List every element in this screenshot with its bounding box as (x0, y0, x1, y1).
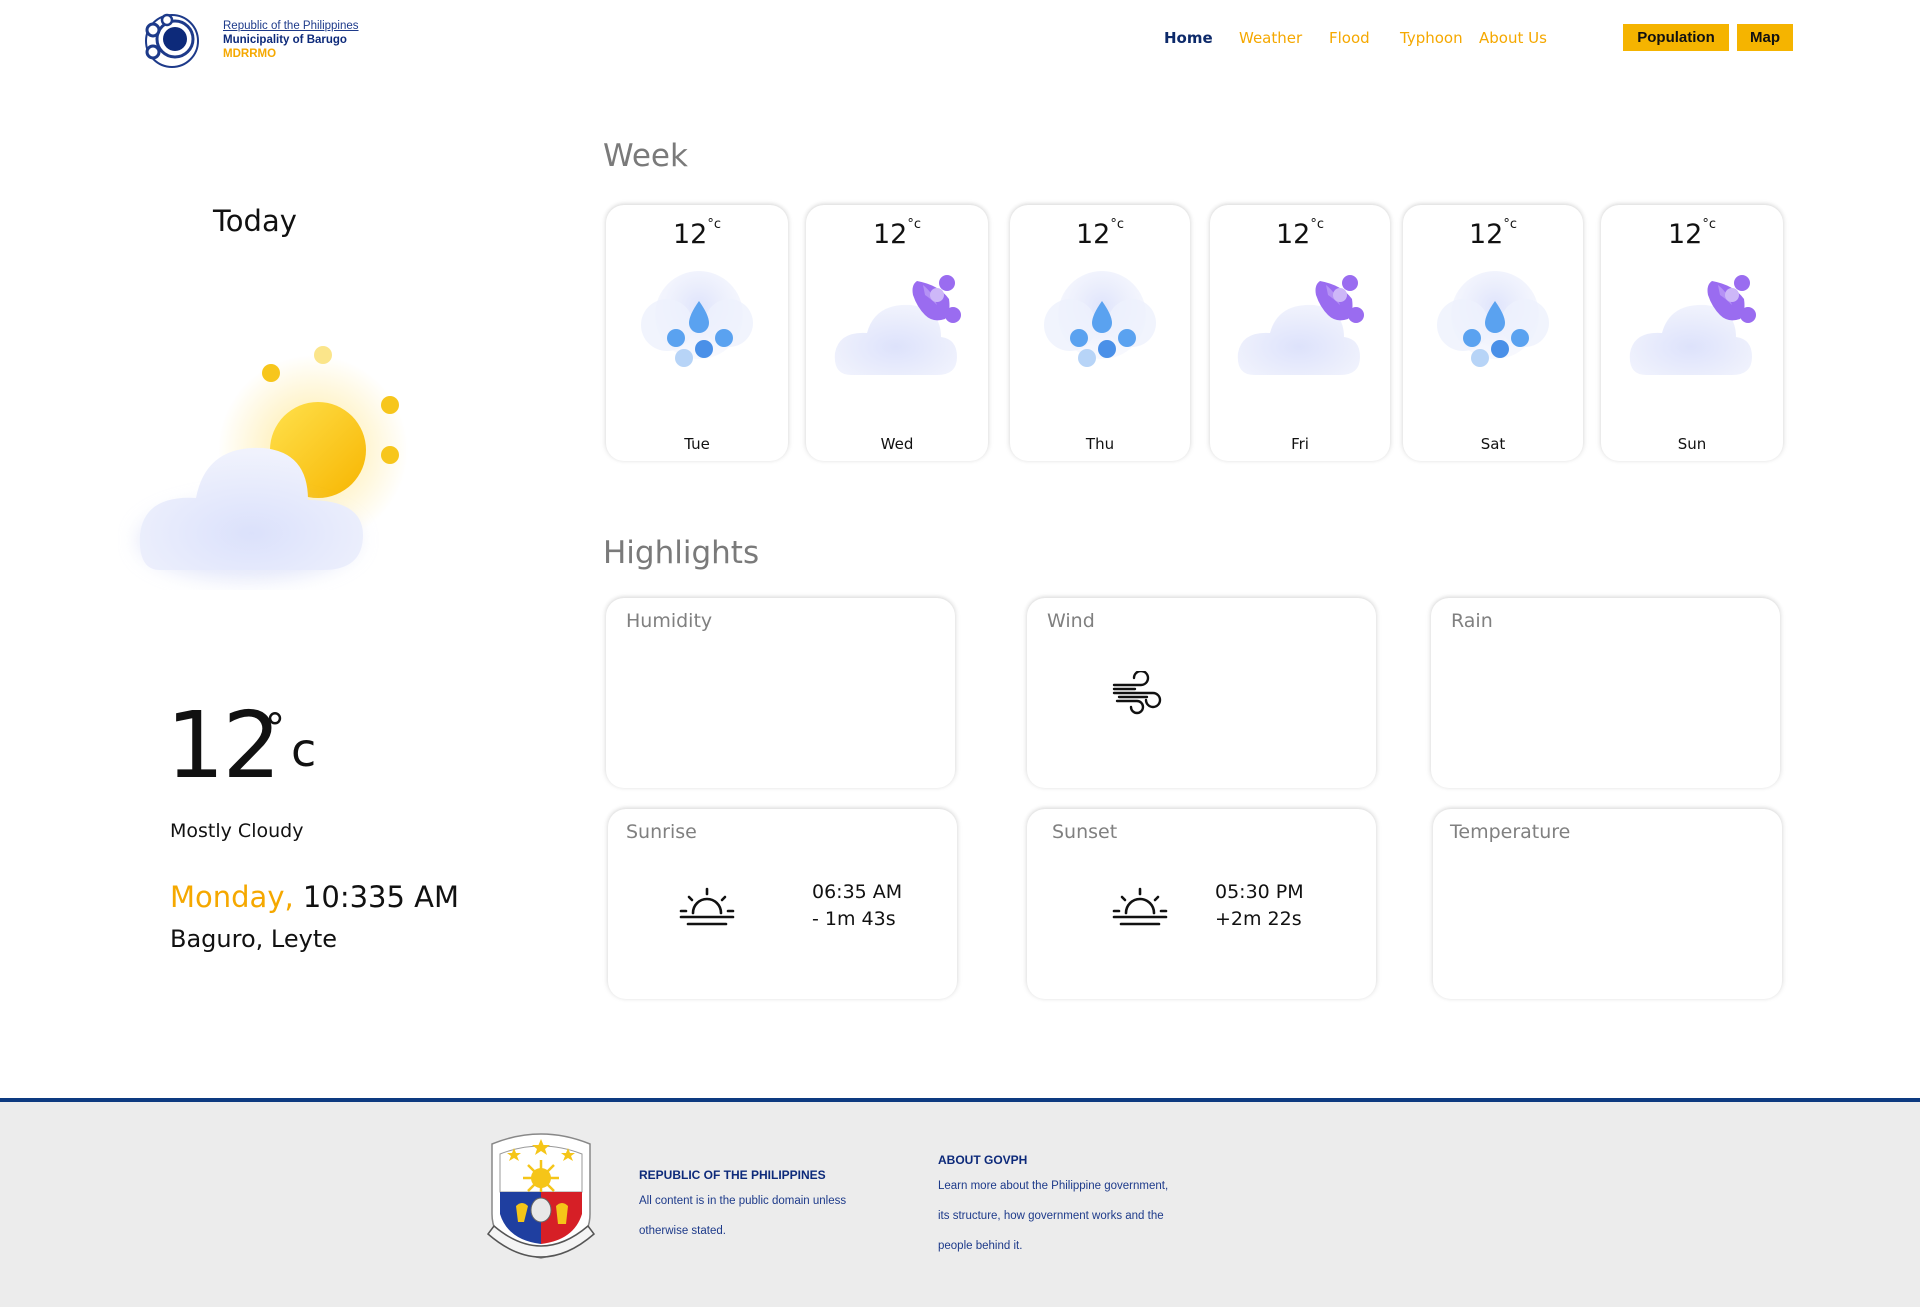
week-temp-value: 12 (1468, 219, 1504, 250)
footer-about-heading[interactable]: ABOUT GOVPH (938, 1153, 1168, 1167)
humidity-label: Humidity (626, 610, 713, 632)
rain-card: Rain (1431, 598, 1780, 788)
nav-flood[interactable]: Flood (1329, 29, 1370, 47)
footer-about-column: ABOUT GOVPH Learn more about the Philipp… (938, 1153, 1168, 1261)
sunset-time: 05:30 PM (1215, 881, 1304, 903)
wind-label: Wind (1047, 610, 1095, 632)
week-temp-unit: °c (1110, 217, 1124, 232)
map-button[interactable]: Map (1737, 24, 1793, 51)
today-condition: Mostly Cloudy (170, 820, 304, 842)
week-temp-value: 12 (1667, 219, 1703, 250)
week-temp: 12°c (1010, 217, 1190, 250)
week-temp-value: 12 (672, 219, 708, 250)
today-unit: c (291, 723, 317, 777)
week-temp: 12°c (1601, 217, 1783, 250)
today-day: Monday, (170, 880, 294, 914)
week-title: Week (603, 138, 688, 174)
week-day-label: Sat (1480, 435, 1506, 453)
rain-drops-icon (1044, 271, 1156, 367)
week-temp: 12°c (1403, 217, 1583, 250)
rain-label: Rain (1451, 610, 1493, 632)
wind-card: Wind (1027, 598, 1376, 788)
week-card-tue[interactable]: 12°c Tue (606, 205, 788, 461)
sunset-delta: +2m 22s (1215, 908, 1302, 930)
week-day-label: Wed (880, 435, 914, 453)
nav-typhoon[interactable]: Typhoon (1400, 29, 1463, 47)
week-temp-unit: °c (1702, 217, 1716, 232)
today-temperature: 12 (166, 692, 281, 799)
nav-home[interactable]: Home (1164, 29, 1213, 47)
week-temp-unit: °c (1310, 217, 1324, 232)
rain-drops-icon (1437, 271, 1549, 367)
week-card-wed[interactable]: 12°c Wed (806, 205, 988, 461)
week-card-sun[interactable]: 12°c Sun (1601, 205, 1783, 461)
today-datetime: Monday, 10:335 AM (170, 880, 459, 914)
week-temp: 12°c (806, 217, 988, 250)
week-card-fri[interactable]: 12°c Fri (1210, 205, 1390, 461)
sunset-icon (1112, 887, 1168, 926)
site-footer: REPUBLIC OF THE PHILIPPINES All content … (0, 1098, 1920, 1307)
nav-about-us[interactable]: About Us (1479, 29, 1547, 47)
footer-republic-line1: All content is in the public domain unle… (639, 1195, 847, 1207)
rain-drops-icon (641, 271, 753, 367)
week-temp-value: 12 (1275, 219, 1311, 250)
footer-about-line1[interactable]: Learn more about the Philippine governme… (938, 1171, 1168, 1201)
footer-republic-column: REPUBLIC OF THE PHILIPPINES All content … (639, 1168, 846, 1246)
sunset-label: Sunset (1052, 821, 1118, 843)
week-card-thu[interactable]: 12°c Thu (1010, 205, 1190, 461)
footer-republic-heading: REPUBLIC OF THE PHILIPPINES (639, 1168, 826, 1182)
today-time: 10:335 AM (302, 880, 460, 914)
week-card-sat[interactable]: 12°c Sat (1403, 205, 1583, 461)
temperature-card: Temperature (1433, 809, 1782, 999)
footer-about-line3[interactable]: people behind it. (938, 1231, 1168, 1261)
sunrise-delta: - 1m 43s (812, 908, 896, 930)
cloudy-night-icon (1237, 275, 1364, 375)
today-title: Today (213, 204, 297, 238)
population-button[interactable]: Population (1623, 24, 1729, 51)
week-temp-unit: °c (707, 217, 721, 232)
sunrise-card: Sunrise 06:35 AM - 1m 43s (608, 809, 957, 999)
week-day-label: Sun (1677, 435, 1707, 453)
sunrise-label: Sunrise (626, 821, 697, 843)
philippine-seal-icon (486, 1133, 596, 1259)
sunset-card: Sunset 05:30 PM +2m 22s (1027, 809, 1376, 999)
brand-republic[interactable]: Republic of the Philippines (223, 19, 359, 33)
footer-about-line2[interactable]: its structure, how government works and … (938, 1201, 1168, 1231)
temperature-label: Temperature (1450, 821, 1571, 843)
week-temp-unit: °c (907, 217, 921, 232)
highlights-title: Highlights (603, 535, 760, 571)
week-day-label: Tue (684, 435, 710, 453)
site-header: Republic of the Philippines Municipality… (0, 0, 1920, 78)
sunrise-time: 06:35 AM (812, 881, 903, 903)
week-temp-unit: °c (1503, 217, 1517, 232)
wind-icon (1112, 671, 1162, 715)
week-temp: 12°c (606, 217, 788, 250)
week-temp-value: 12 (1075, 219, 1111, 250)
brand-block[interactable]: Republic of the Philippines Municipality… (223, 19, 359, 61)
week-temp: 12°c (1210, 217, 1390, 250)
today-location: Baguro, Leyte (170, 925, 337, 953)
partly-cloudy-sun-icon (138, 346, 408, 580)
sunrise-icon (679, 887, 735, 926)
footer-republic-line2: otherwise stated. (639, 1225, 726, 1237)
today-degree-symbol: ° (265, 706, 285, 752)
brand-municipality: Municipality of Barugo (223, 34, 347, 46)
brand-mdrrmo: MDRRMO (223, 48, 277, 60)
mdrrmo-logo-icon[interactable] (139, 8, 201, 70)
week-temp-value: 12 (872, 219, 908, 250)
cloudy-night-icon (834, 275, 961, 375)
nav-weather[interactable]: Weather (1239, 29, 1302, 47)
week-day-label: Fri (1291, 435, 1309, 453)
humidity-card: Humidity (606, 598, 955, 788)
week-day-label: Thu (1085, 435, 1115, 453)
cloudy-night-icon (1629, 275, 1756, 375)
